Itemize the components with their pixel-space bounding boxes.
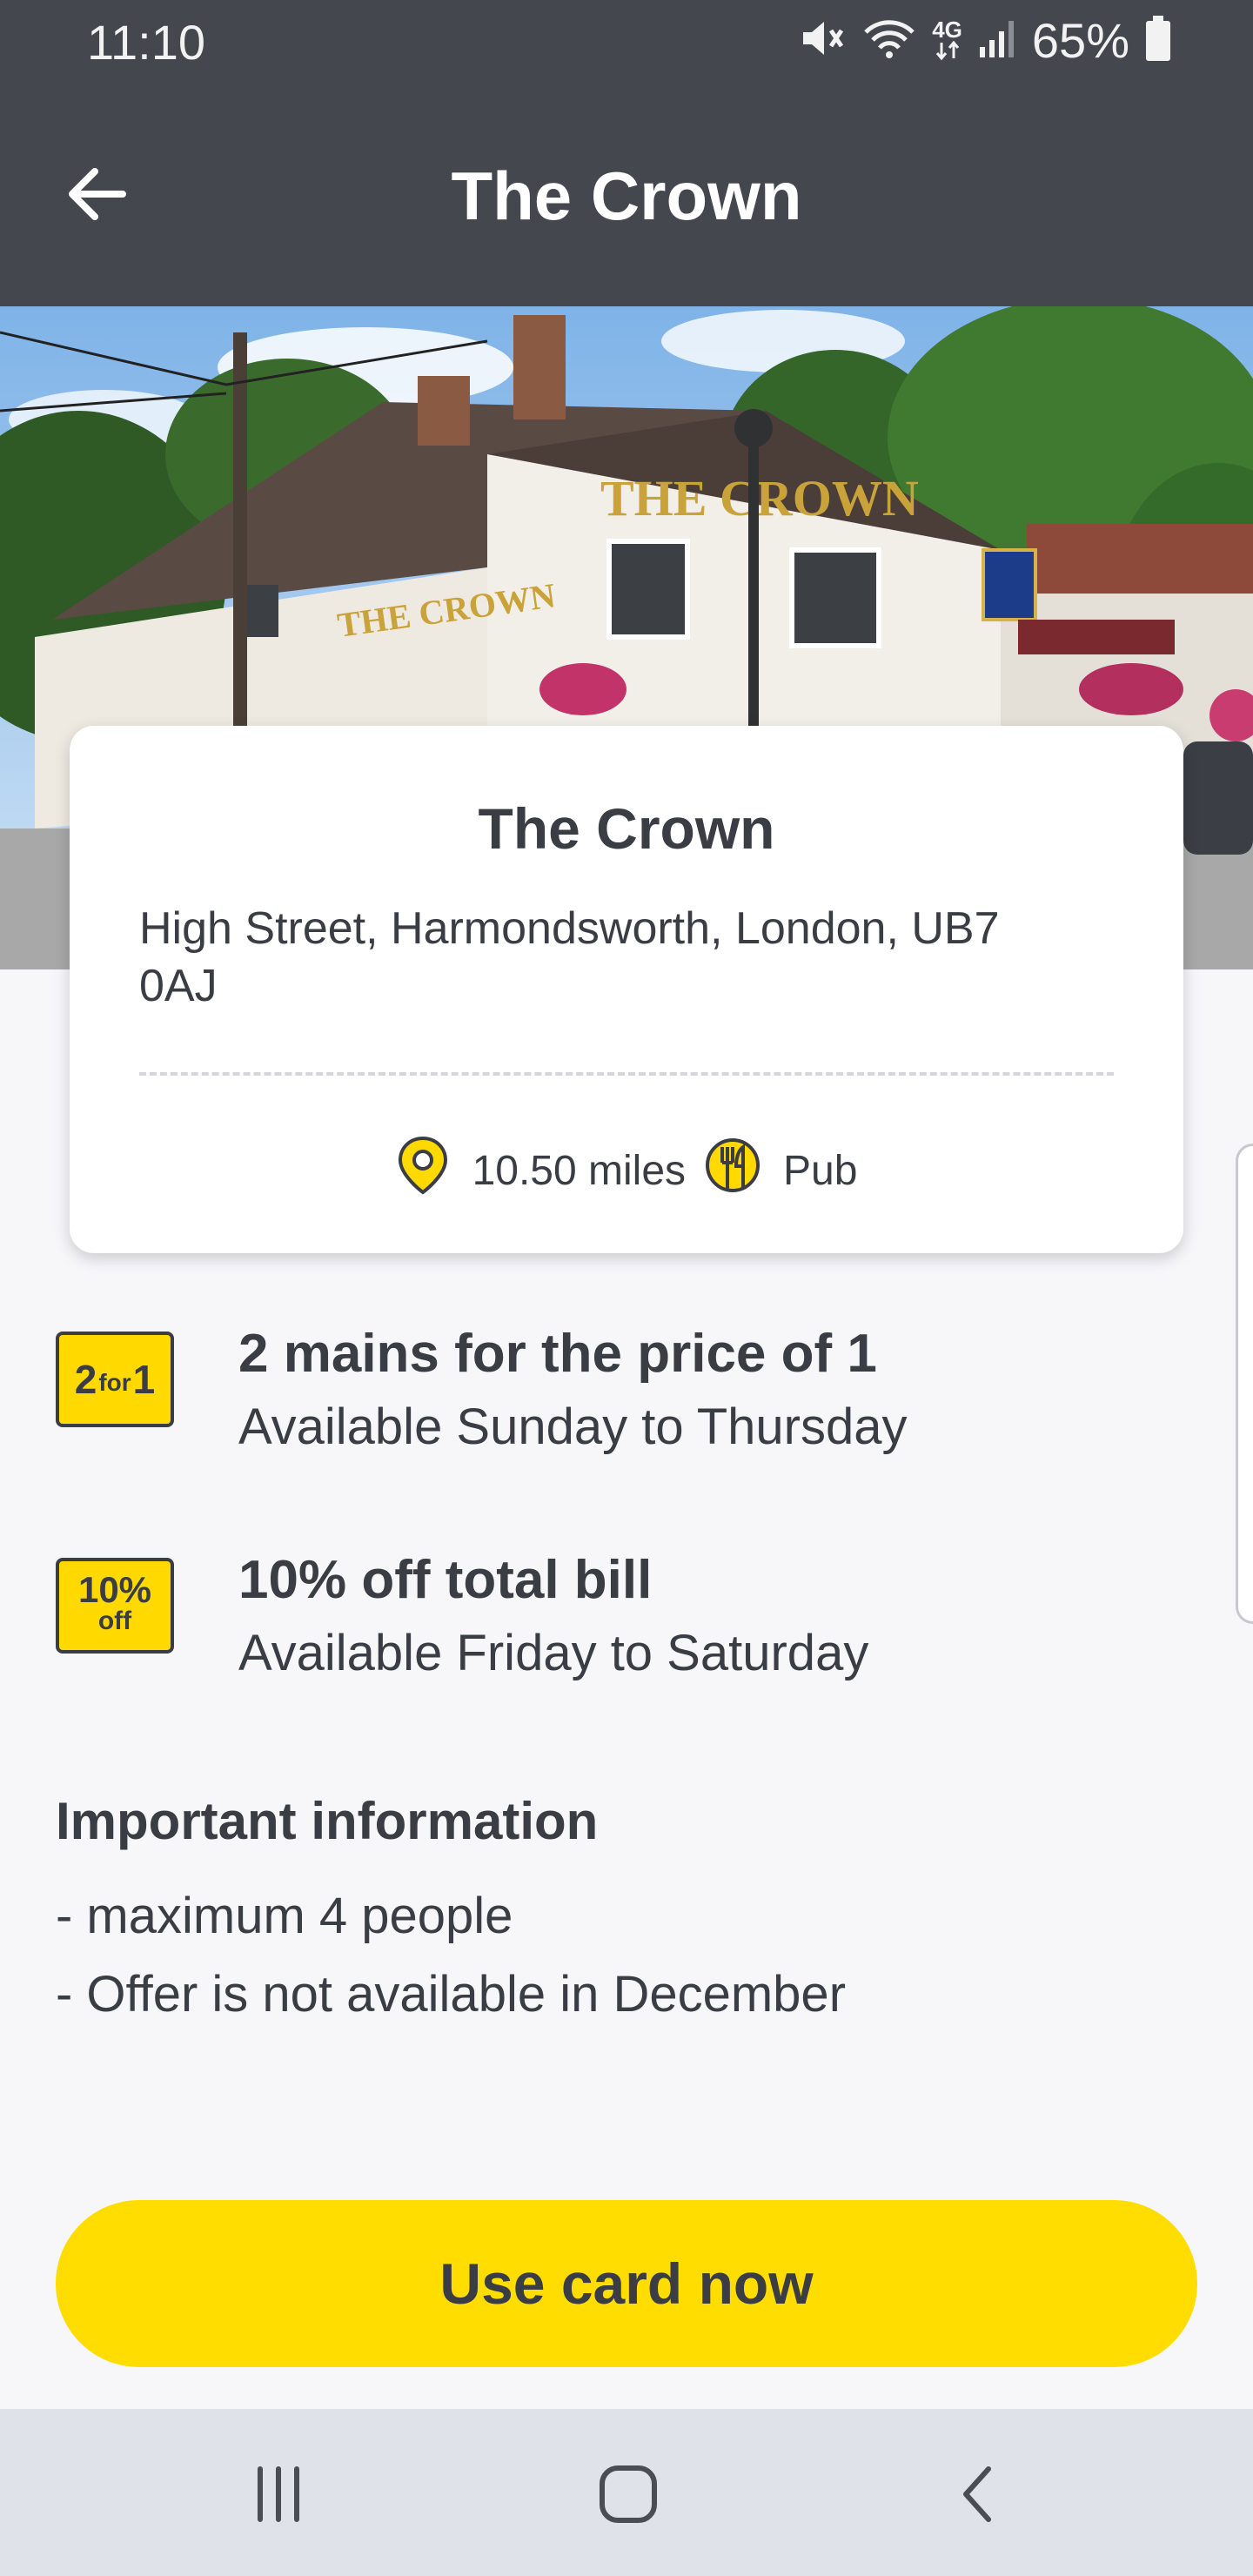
- home-button[interactable]: [576, 2452, 680, 2539]
- important-heading: Important information: [56, 1792, 599, 1850]
- distance-text: 10.50 miles: [472, 1147, 687, 1194]
- location-pin-icon: [396, 1135, 450, 1206]
- offer-title: 10% off total bill: [238, 1550, 653, 1610]
- important-line: - Offer is not available in December: [56, 1966, 847, 2023]
- system-nav-bar: [0, 2409, 1253, 2576]
- battery-icon: [1145, 16, 1171, 65]
- card-divider: [139, 1072, 1114, 1076]
- status-icons: 4G 65%: [800, 12, 1171, 69]
- important-line: - maximum 4 people: [56, 1888, 513, 1944]
- sign-main: THE CROWN: [600, 470, 919, 527]
- offer-ten-percent-off[interactable]: 10% off 10% off total bill Available Fri…: [56, 1549, 1187, 1697]
- venue-address: High Street, Harmondsworth, London, UB7 …: [139, 903, 1000, 1011]
- top-bar: 11:10 4G 65% The Crown: [0, 0, 1253, 306]
- offer-availability: Available Friday to Saturday: [238, 1625, 869, 1681]
- badge-end: 1: [132, 1357, 156, 1402]
- network-icon: 4G: [932, 18, 962, 64]
- venue-meta: 10.50 miles Pub: [70, 1135, 1183, 1206]
- two-for-one-badge-icon: 2 for 1: [56, 1332, 174, 1427]
- important-information: Important information - maximum 4 people…: [56, 1791, 1187, 2034]
- cutlery-icon: [705, 1135, 761, 1206]
- venue-card: The Crown High Street, Harmondsworth, Lo…: [70, 726, 1183, 1253]
- badge-main: 10%: [77, 1569, 152, 1610]
- distance-item: 10.50 miles: [396, 1135, 686, 1206]
- chevron-left-icon: [954, 2464, 1002, 2529]
- recents-button[interactable]: [226, 2452, 331, 2539]
- status-time: 11:10: [87, 15, 205, 70]
- app-bar: The Crown: [0, 131, 1253, 270]
- wifi-icon: [862, 17, 916, 64]
- ten-percent-badge-icon: 10% off: [56, 1558, 174, 1654]
- category-text: Pub: [783, 1147, 858, 1194]
- network-label: 4G: [932, 16, 962, 43]
- offer-two-for-one[interactable]: 2 for 1 2 mains for the price of 1 Avail…: [56, 1323, 1187, 1471]
- battery-percent: 65%: [1031, 13, 1129, 68]
- signal-icon: [978, 17, 1016, 64]
- venue-name: The Crown: [478, 796, 775, 861]
- side-drawer-handle[interactable]: [1236, 1144, 1253, 1624]
- offer-title: 2 mains for the price of 1: [238, 1324, 877, 1384]
- use-card-now-button[interactable]: Use card now: [56, 2200, 1197, 2367]
- system-back-button[interactable]: [926, 2452, 1030, 2539]
- home-icon: [598, 2464, 659, 2529]
- mute-icon: [800, 17, 847, 64]
- category-item: Pub: [705, 1135, 857, 1206]
- badge-main: 2: [74, 1357, 97, 1402]
- page-title: The Crown: [451, 158, 802, 234]
- offer-availability: Available Sunday to Thursday: [238, 1399, 908, 1455]
- badge-small: for: [98, 1369, 131, 1396]
- status-bar: 11:10 4G 65%: [0, 0, 1253, 87]
- recents-icon: [248, 2464, 309, 2529]
- badge-small: off: [97, 1607, 132, 1635]
